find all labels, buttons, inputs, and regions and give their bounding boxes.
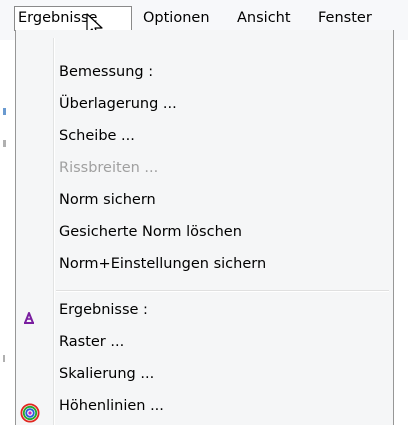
menu-item-ueberlagerung[interactable]: Überlagerung ...	[59, 92, 177, 116]
menu-item-scheibe[interactable]: Scheibe ...	[59, 124, 135, 148]
menu-item-skalierung[interactable]: Skalierung ...	[59, 362, 154, 386]
menu-separator	[56, 290, 389, 292]
menu-item-norm-sichern[interactable]: Norm sichern	[59, 188, 156, 212]
menu-header-bemessung: Bemessung :	[59, 64, 154, 80]
menu-item-norm-einstellungen-sichern[interactable]: Norm+Einstellungen sichern	[59, 252, 266, 276]
menu-optionen[interactable]: Optionen	[143, 6, 210, 31]
menu-fenster[interactable]: Fenster	[318, 6, 372, 31]
menu-item-gesicherte-norm-loeschen[interactable]: Gesicherte Norm löschen	[59, 220, 242, 244]
menu-item-raster[interactable]: Raster ...	[59, 330, 124, 354]
menu-item-hoehenlinien[interactable]: Höhenlinien ...	[59, 394, 164, 418]
background-artifact	[3, 108, 6, 115]
menu-gutter-divider-highlight	[54, 38, 55, 425]
background-artifact	[3, 355, 5, 362]
menu-ergebnisse[interactable]: Ergebnisse	[14, 6, 132, 31]
menu-item-rissbreiten: Rissbreiten ...	[59, 160, 159, 176]
raster-icon	[24, 312, 34, 324]
ergebnisse-dropdown-menu: Bemessung : Überlagerung ... Scheibe ...…	[15, 30, 394, 425]
menu-ansicht[interactable]: Ansicht	[237, 6, 291, 31]
background-artifact	[3, 140, 6, 147]
menu-header-ergebnisse: Ergebnisse :	[59, 302, 148, 318]
contour-lines-icon	[20, 403, 40, 423]
